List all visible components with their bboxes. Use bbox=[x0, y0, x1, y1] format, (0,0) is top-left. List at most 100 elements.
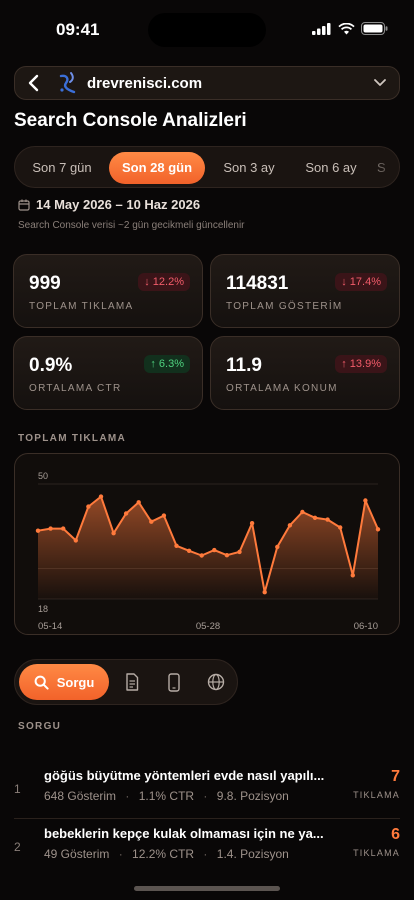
chart-data-point bbox=[111, 531, 116, 536]
kpi-total-clicks[interactable]: 999 ↓ 12.2% TOPLAM TIKLAMA bbox=[13, 254, 203, 328]
chart-data-point bbox=[350, 573, 355, 578]
y-tick-label: 18 bbox=[38, 604, 48, 614]
globe-icon[interactable] bbox=[207, 673, 225, 691]
chart-data-point bbox=[186, 548, 192, 553]
status-time: 09:41 bbox=[56, 20, 100, 39]
query-position: 9.8. Pozisyon bbox=[216, 789, 289, 803]
signal-icon bbox=[312, 22, 331, 35]
calendar-icon bbox=[18, 199, 30, 211]
kpi-label: TOPLAM TIKLAMA bbox=[29, 301, 134, 312]
back-chevron-icon[interactable] bbox=[27, 74, 41, 92]
kpi-average-ctr[interactable]: 0.9% ↑ 6.3% ORTALAMA CTR bbox=[13, 336, 203, 410]
chart-data-point bbox=[275, 544, 280, 550]
status-bar: 09:41 bbox=[0, 0, 414, 60]
chart-data-point bbox=[363, 498, 368, 503]
page-icon[interactable] bbox=[125, 673, 139, 691]
dynamic-island bbox=[148, 13, 266, 47]
chart-svg: 50 18 05-14 05-28 06-10 bbox=[35, 471, 381, 632]
device-icon[interactable] bbox=[168, 673, 180, 692]
chart-title: TOPLAM TIKLAMA bbox=[18, 433, 127, 444]
chevron-down-icon[interactable] bbox=[373, 77, 387, 89]
kpi-label: ORTALAMA CTR bbox=[29, 383, 122, 394]
chart-data-point bbox=[161, 513, 167, 518]
query-ctr: 1.1% CTR bbox=[138, 789, 195, 803]
chart-data-point bbox=[212, 547, 217, 553]
query-row[interactable]: 2 bebeklerin kepçe kulak olmaması için n… bbox=[0, 818, 414, 874]
chart-data-point bbox=[199, 553, 204, 558]
query-index: 2 bbox=[14, 840, 21, 854]
query-index: 1 bbox=[14, 782, 21, 796]
x-tick-label: 06-10 bbox=[354, 621, 378, 632]
query-clicks-label: TIKLAMA bbox=[353, 848, 400, 858]
chart-data-point bbox=[287, 523, 293, 528]
query-impressions: 648 Gösterim bbox=[44, 789, 117, 803]
kpi-label: TOPLAM GÖSTERİM bbox=[226, 301, 343, 312]
chart-data-point bbox=[48, 526, 53, 531]
section-label: SORGU bbox=[18, 721, 62, 732]
chart-data-point bbox=[61, 526, 66, 531]
x-tick-label: 05-14 bbox=[38, 621, 62, 632]
date-range-text: 14 May 2026 – 10 Haz 2026 bbox=[36, 197, 201, 212]
segment-query-label: Sorgu bbox=[56, 674, 95, 690]
query-meta: 49 Gösterim · 12.2% CTR · 1.4. Pozisyon bbox=[44, 847, 289, 861]
chart-data-point bbox=[312, 515, 318, 520]
y-tick-label: 50 bbox=[38, 471, 48, 481]
chart-data-point bbox=[149, 519, 154, 524]
chart-data-point bbox=[237, 549, 242, 555]
chart-data-point bbox=[338, 525, 343, 530]
site-name: drevrenisci.com bbox=[87, 75, 203, 92]
tab-last-3-months[interactable]: Son 3 ay bbox=[213, 152, 285, 184]
chart-data-point bbox=[325, 517, 330, 522]
tab-last-28-days[interactable]: Son 28 gün bbox=[109, 152, 205, 184]
range-tabs: Son 7 gün Son 28 gün Son 3 ay Son 6 ay S bbox=[14, 146, 400, 188]
date-range: 14 May 2026 – 10 Haz 2026 bbox=[18, 197, 200, 212]
status-icons bbox=[312, 22, 388, 35]
kpi-change-badge: ↓ 17.4% bbox=[335, 273, 387, 291]
meta-separator: · bbox=[118, 847, 123, 861]
home-indicator bbox=[134, 886, 280, 891]
chart-data-point bbox=[224, 553, 230, 558]
query-clicks: 7 bbox=[391, 768, 400, 785]
query-ctr: 12.2% CTR bbox=[132, 847, 195, 861]
kpi-change-badge: ↑ 13.9% bbox=[335, 355, 387, 373]
kpi-label: ORTALAMA KONUM bbox=[226, 383, 338, 394]
query-row[interactable]: 1 göğüs büyütme yöntemleri evde nasıl ya… bbox=[0, 760, 414, 816]
chart-data-point bbox=[35, 528, 41, 533]
dimension-segment: Sorgu bbox=[14, 659, 238, 705]
x-tick-label: 05-28 bbox=[196, 621, 220, 632]
chart-data-point bbox=[300, 509, 305, 515]
tabs-fade bbox=[359, 147, 399, 187]
query-title: göğüs büyütme yöntemleri evde nasıl yapı… bbox=[44, 768, 325, 783]
segment-query-button[interactable]: Sorgu bbox=[19, 664, 109, 700]
meta-separator: · bbox=[125, 789, 130, 803]
kpi-value: 999 bbox=[29, 273, 61, 294]
chart-area bbox=[38, 496, 378, 599]
chart-data-point bbox=[98, 494, 104, 499]
date-note: Search Console verisi ~2 gün gecikmeli g… bbox=[18, 220, 245, 231]
wifi-icon bbox=[338, 22, 355, 34]
chart-data-point bbox=[375, 527, 381, 532]
chart-data-point bbox=[174, 543, 179, 548]
kpi-average-position[interactable]: 11.9 ↑ 13.9% ORTALAMA KONUM bbox=[210, 336, 400, 410]
query-title: bebeklerin kepçe kulak olmaması için ne … bbox=[44, 826, 324, 841]
kpi-total-impressions[interactable]: 114831 ↓ 17.4% TOPLAM GÖSTERİM bbox=[210, 254, 400, 328]
kpi-value: 114831 bbox=[226, 273, 289, 294]
tab-last-7-days[interactable]: Son 7 gün bbox=[23, 152, 101, 184]
chart-data-point bbox=[249, 521, 255, 526]
clicks-chart[interactable]: 50 18 05-14 05-28 06-10 bbox=[14, 453, 400, 635]
kpi-change-badge: ↓ 12.2% bbox=[138, 273, 190, 291]
chart-data-point bbox=[123, 511, 129, 516]
page-title: Search Console Analizleri bbox=[14, 110, 247, 131]
site-logo-icon bbox=[59, 72, 76, 94]
chart-data-point bbox=[86, 504, 91, 509]
query-impressions: 49 Gösterim bbox=[44, 847, 110, 861]
meta-separator: · bbox=[203, 789, 208, 803]
chart-data-point bbox=[73, 538, 78, 543]
tab-last-6-months[interactable]: Son 6 ay bbox=[293, 152, 369, 184]
kpi-change-badge: ↑ 6.3% bbox=[144, 355, 190, 373]
meta-separator: · bbox=[203, 847, 208, 861]
kpi-value: 11.9 bbox=[226, 355, 262, 376]
kpi-value: 0.9% bbox=[29, 355, 73, 376]
site-selector[interactable]: drevrenisci.com bbox=[14, 66, 400, 100]
query-position: 1.4. Pozisyon bbox=[216, 847, 289, 861]
